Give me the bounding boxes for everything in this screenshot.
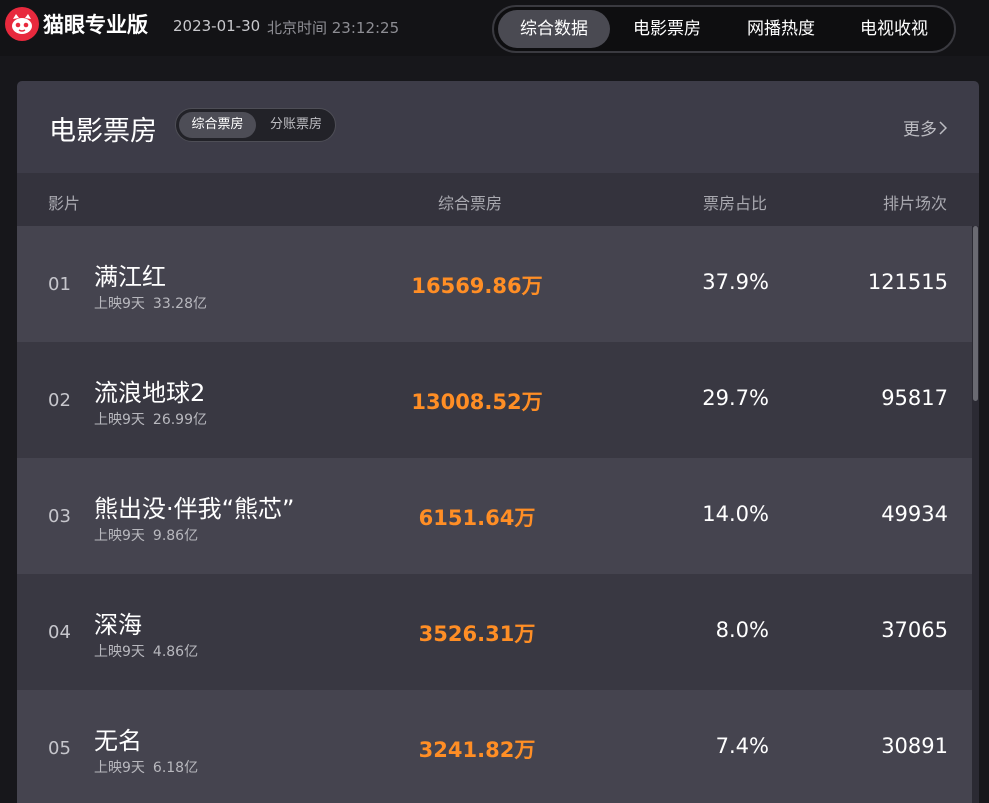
header-date: 2023-01-30 — [173, 17, 261, 35]
box-office-value: 3526.31万 — [418, 622, 536, 646]
more-label: 更多 — [903, 120, 937, 140]
shows-value: 30891 — [881, 734, 948, 758]
film-meta: 上映9天 26.99亿 — [94, 409, 215, 429]
table-row[interactable]: 01 满江红 上映9天 33.28亿 16569.86万 37.9% 121515 — [17, 226, 972, 342]
row-rank: 05 — [48, 738, 71, 759]
cumulative-box-office: 26.99亿 — [152, 412, 208, 428]
film-list: 01 满江红 上映9天 33.28亿 16569.86万 37.9% 121515… — [17, 226, 972, 803]
row-rank: 03 — [48, 506, 71, 527]
panel-title: 电影票房 — [49, 116, 157, 147]
release-days: 上映9天 — [94, 528, 145, 544]
top-bar: 猫眼专业版 2023-01-30 北京时间 23:12:25 综合数据 电影票房… — [0, 0, 989, 56]
row-rank: 04 — [48, 622, 71, 643]
column-header-shows[interactable]: 排片场次 — [883, 190, 947, 214]
film-meta: 上映9天 33.28亿 — [94, 293, 215, 313]
brand-logo[interactable]: 猫眼专业版 — [5, 7, 148, 41]
box-office-type-toggle: 综合票房 分账票房 — [175, 108, 336, 142]
box-office-value: 3241.82万 — [418, 738, 536, 762]
film-meta: 上映9天 4.86亿 — [94, 641, 206, 661]
share-value: 29.7% — [702, 386, 769, 410]
column-header-share[interactable]: 票房占比 — [703, 190, 767, 214]
film-meta: 上映9天 9.86亿 — [94, 525, 206, 545]
segment-split-box-office[interactable]: 分账票房 — [260, 112, 332, 138]
more-link[interactable]: 更多 — [903, 115, 948, 140]
share-value: 37.9% — [702, 270, 769, 294]
film-name: 深海 — [94, 611, 142, 639]
table-row[interactable]: 05 无名 上映9天 6.18亿 3241.82万 7.4% 30891 — [17, 690, 972, 803]
tab-tv-ratings[interactable]: 电视收视 — [838, 10, 950, 48]
scrollbar-thumb[interactable] — [973, 226, 978, 401]
cumulative-box-office: 6.18亿 — [152, 760, 199, 776]
film-name: 无名 — [94, 727, 142, 755]
brand-name: 猫眼专业版 — [43, 13, 148, 37]
box-office-value: 13008.52万 — [411, 390, 543, 414]
cumulative-box-office: 33.28亿 — [152, 296, 208, 312]
share-value: 7.4% — [715, 734, 769, 758]
shows-value: 121515 — [867, 270, 948, 294]
header-clock: 北京时间 23:12:25 — [267, 19, 400, 37]
release-days: 上映9天 — [94, 296, 145, 312]
film-meta: 上映9天 6.18亿 — [94, 757, 206, 777]
film-name: 流浪地球2 — [94, 379, 206, 407]
column-header-film: 影片 — [48, 194, 81, 213]
box-office-value: 16569.86万 — [411, 274, 543, 298]
cumulative-box-office: 4.86亿 — [152, 644, 199, 660]
table-row[interactable]: 02 流浪地球2 上映9天 26.99亿 13008.52万 29.7% 9581… — [17, 342, 972, 458]
main-nav: 综合数据 电影票房 网播热度 电视收视 — [492, 5, 956, 53]
release-days: 上映9天 — [94, 412, 145, 428]
shows-value: 95817 — [881, 386, 948, 410]
chevron-right-icon — [939, 120, 948, 140]
tab-overview[interactable]: 综合数据 — [498, 10, 610, 48]
film-name: 熊出没·伴我“熊芯” — [94, 495, 295, 523]
segment-combined-box-office[interactable]: 综合票房 — [179, 112, 256, 138]
tab-movie-box-office[interactable]: 电影票房 — [610, 10, 724, 48]
cat-face-icon — [5, 7, 39, 41]
share-value: 14.0% — [702, 502, 769, 526]
table-row[interactable]: 03 熊出没·伴我“熊芯” 上映9天 9.86亿 6151.64万 14.0% 4… — [17, 458, 972, 574]
table-row[interactable]: 04 深海 上映9天 4.86亿 3526.31万 8.0% 37065 — [17, 574, 972, 690]
share-value: 8.0% — [715, 618, 769, 642]
cumulative-box-office: 9.86亿 — [152, 528, 199, 544]
tab-web-popularity[interactable]: 网播热度 — [724, 10, 838, 48]
box-office-value: 6151.64万 — [418, 506, 536, 530]
shows-value: 49934 — [881, 502, 948, 526]
film-name: 满江红 — [94, 263, 166, 291]
row-rank: 02 — [48, 390, 71, 411]
shows-value: 37065 — [881, 618, 948, 642]
release-days: 上映9天 — [94, 644, 145, 660]
box-office-panel: 电影票房 综合票房 分账票房 更多 影片 综合票房 票房占比 排片场次 01 满… — [17, 81, 979, 803]
release-days: 上映9天 — [94, 760, 145, 776]
table-header: 影片 综合票房 票房占比 排片场次 — [17, 173, 979, 226]
row-rank: 01 — [48, 274, 71, 295]
column-header-box-office: 综合票房 — [438, 194, 503, 213]
